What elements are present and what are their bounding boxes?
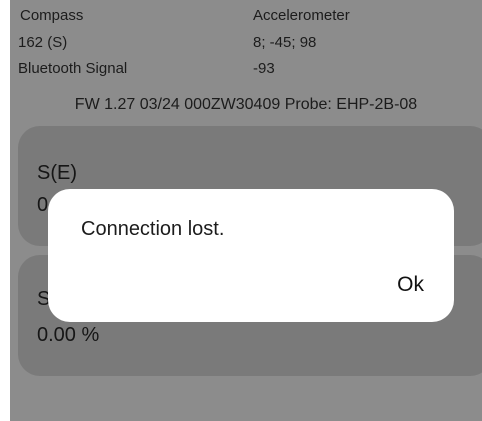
- compass-value: 162 (S): [18, 34, 68, 51]
- bluetooth-signal-value: -93: [253, 60, 275, 77]
- compass-label: Compass: [20, 7, 84, 24]
- dialog-message: Connection lost.: [81, 218, 225, 240]
- accelerometer-label: Accelerometer: [253, 7, 350, 24]
- card-label: S(E): [37, 162, 77, 184]
- ok-button[interactable]: Ok: [397, 273, 424, 297]
- firmware-info: FW 1.27 03/24 000ZW30409 Probe: EHP-2B-0…: [74, 96, 418, 113]
- card-value: 0.00 %: [37, 324, 100, 346]
- connection-lost-dialog: Connection lost. Ok: [48, 189, 454, 322]
- card-value: 0: [37, 194, 49, 216]
- bluetooth-signal-label: Bluetooth Signal: [18, 60, 128, 77]
- accelerometer-value: 8; -45; 98: [253, 34, 317, 51]
